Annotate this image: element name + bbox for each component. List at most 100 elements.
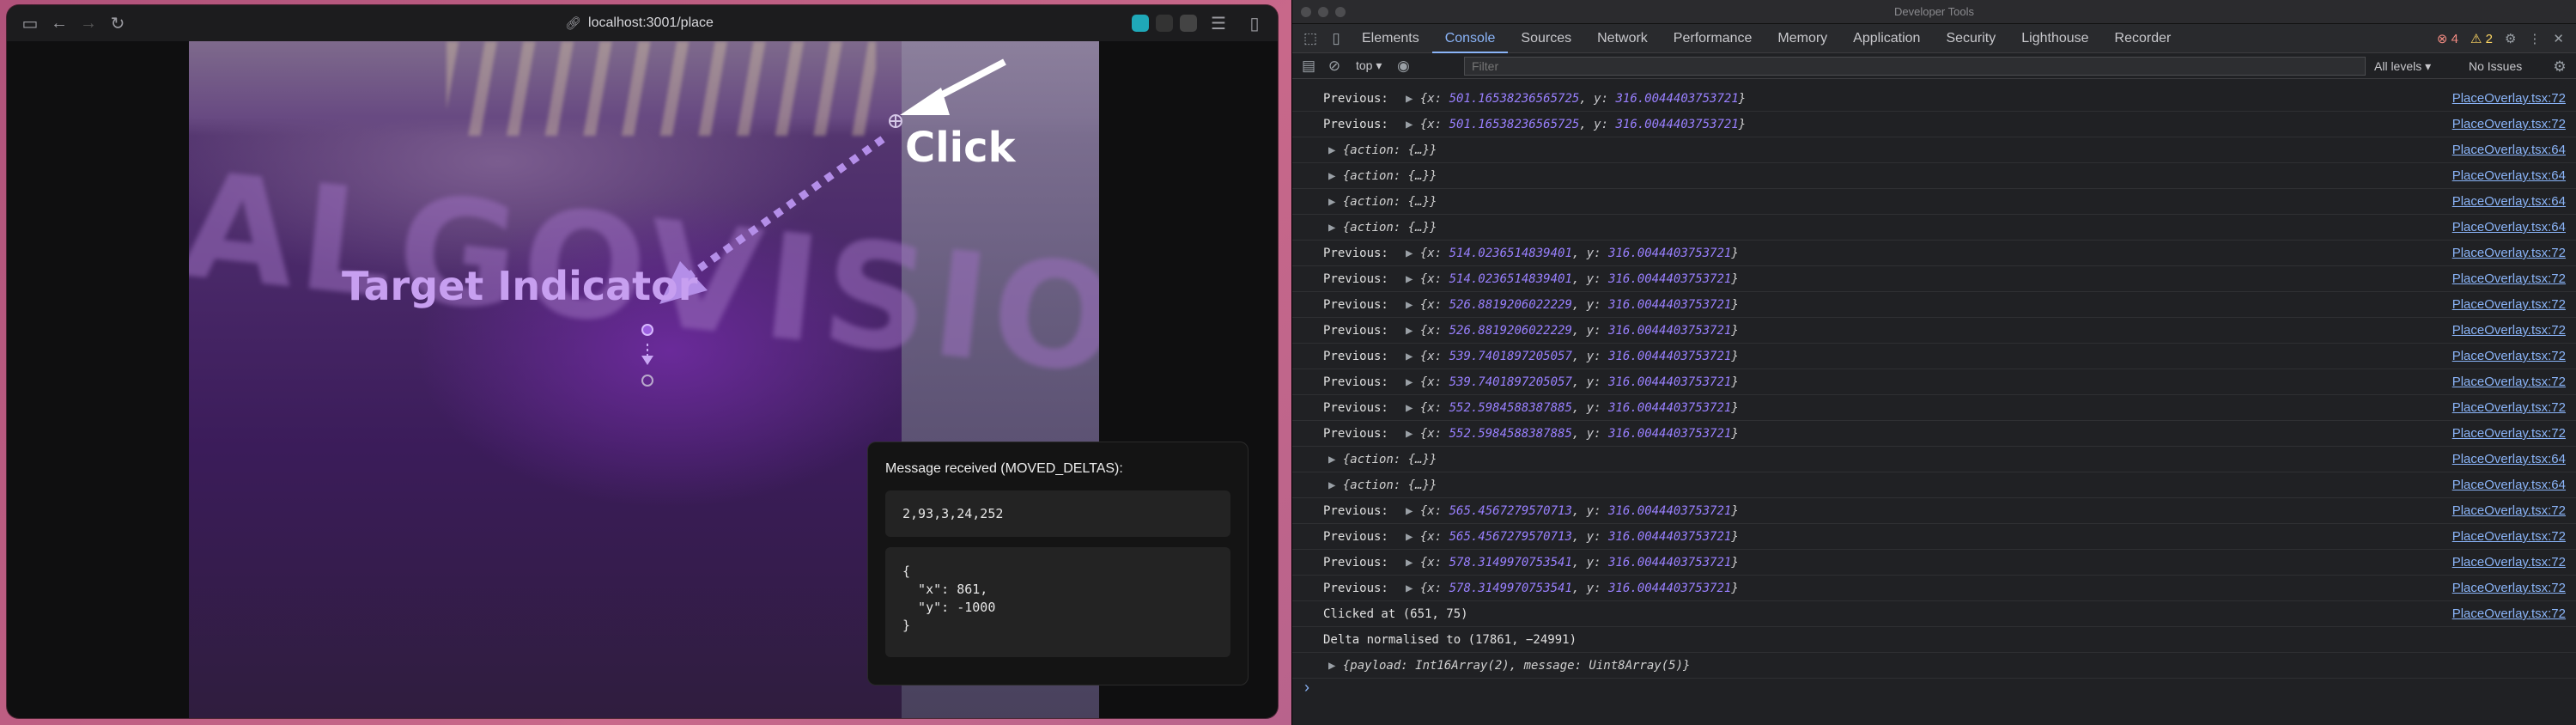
console-object-preview[interactable]: ▶ {x: 578.3149970753541, y: 316.00444037… [1406, 576, 1739, 601]
tab-console[interactable]: Console [1431, 24, 1509, 53]
extension-icon[interactable] [1180, 15, 1197, 32]
settings-icon[interactable]: ⚙ [2505, 31, 2516, 46]
source-link[interactable]: PlaceOverlay.tsx:72 [2452, 524, 2566, 550]
context-select[interactable]: top ▾ [1347, 58, 1390, 73]
error-count-badge[interactable]: ⊗ 4 [2437, 31, 2458, 46]
source-link[interactable]: PlaceOverlay.tsx:72 [2452, 369, 2566, 395]
tab-security[interactable]: Security [1933, 24, 2008, 53]
console-object-preview[interactable]: ▶ {x: 539.7401897205057, y: 316.00444037… [1406, 369, 1739, 395]
source-link[interactable]: PlaceOverlay.tsx:64 [2452, 163, 2566, 189]
tab-elements[interactable]: Elements [1349, 24, 1432, 53]
sidebar-toggle-icon[interactable]: ▭ [15, 13, 45, 34]
source-link[interactable]: PlaceOverlay.tsx:64 [2452, 137, 2566, 163]
clear-console-icon[interactable]: ⊘ [1321, 58, 1347, 75]
issues-link[interactable]: No Issues [2469, 53, 2522, 79]
log-levels-dropdown[interactable]: All levels ▾ [2374, 53, 2431, 79]
reload-icon[interactable]: ↻ [103, 13, 132, 34]
back-icon[interactable]: ← [45, 14, 74, 34]
expand-caret-icon[interactable]: ▶ [1406, 92, 1420, 106]
inspect-element-icon[interactable]: ⬚ [1297, 30, 1323, 47]
extension-icon[interactable] [1132, 15, 1149, 32]
expand-caret-icon[interactable]: ▶ [1406, 504, 1420, 518]
tab-memory[interactable]: Memory [1765, 24, 1840, 53]
source-link[interactable]: PlaceOverlay.tsx:72 [2452, 344, 2566, 369]
console-object-preview[interactable]: ▶ {action: {…}} [1328, 137, 1437, 163]
warning-count-badge[interactable]: ⚠ 2 [2470, 31, 2493, 46]
forward-icon[interactable]: → [74, 14, 103, 34]
console-settings-icon[interactable]: ⚙ [2547, 58, 2573, 76]
source-link[interactable]: PlaceOverlay.tsx:64 [2452, 447, 2566, 472]
live-expression-icon[interactable]: ◉ [1390, 58, 1416, 75]
source-link[interactable]: PlaceOverlay.tsx:72 [2452, 550, 2566, 576]
tab-performance[interactable]: Performance [1661, 24, 1765, 53]
source-link[interactable]: PlaceOverlay.tsx:72 [2452, 241, 2566, 266]
reader-icon[interactable]: ☰ [1204, 13, 1233, 34]
sidebar-toggle-icon[interactable]: ▤ [1296, 58, 1321, 75]
expand-caret-icon[interactable]: ▶ [1406, 272, 1420, 286]
expand-caret-icon[interactable]: ▶ [1406, 427, 1420, 441]
expand-caret-icon[interactable]: ▶ [1406, 582, 1420, 595]
close-window-button[interactable] [1301, 7, 1311, 17]
tab-application[interactable]: Application [1840, 24, 1933, 53]
tab-lighthouse[interactable]: Lighthouse [2008, 24, 2101, 53]
source-link[interactable]: PlaceOverlay.tsx:72 [2452, 86, 2566, 112]
expand-caret-icon[interactable]: ▶ [1406, 375, 1420, 389]
source-link[interactable]: PlaceOverlay.tsx:72 [2452, 292, 2566, 318]
tab-network[interactable]: Network [1584, 24, 1661, 53]
extension-icon[interactable] [1156, 15, 1173, 32]
console-object-preview[interactable]: ▶ {x: 539.7401897205057, y: 316.00444037… [1406, 344, 1739, 369]
console-object-preview[interactable]: ▶ {x: 501.16538236565725, y: 316.0044403… [1406, 112, 1746, 137]
source-link[interactable]: PlaceOverlay.tsx:72 [2452, 601, 2566, 627]
tab-sources[interactable]: Sources [1508, 24, 1584, 53]
source-link[interactable]: PlaceOverlay.tsx:64 [2452, 215, 2566, 241]
console-object-preview[interactable]: ▶ {x: 578.3149970753541, y: 316.00444037… [1406, 550, 1739, 576]
filter-input[interactable] [1464, 57, 2366, 76]
expand-caret-icon[interactable]: ▶ [1406, 118, 1420, 131]
console-prompt[interactable]: › [1304, 679, 1309, 697]
expand-caret-icon[interactable]: ▶ [1328, 659, 1343, 673]
console-object-preview[interactable]: ▶ {x: 565.4567279570713, y: 316.00444037… [1406, 498, 1739, 524]
console-object-preview[interactable]: ▶ {action: {…}} [1328, 163, 1437, 189]
expand-caret-icon[interactable]: ▶ [1328, 195, 1343, 209]
expand-caret-icon[interactable]: ▶ [1406, 350, 1420, 363]
console-object-preview[interactable]: ▶ {action: {…}} [1328, 472, 1437, 498]
source-link[interactable]: PlaceOverlay.tsx:64 [2452, 472, 2566, 498]
zoom-window-button[interactable] [1335, 7, 1346, 17]
sidebar-right-icon[interactable]: ▯ [1240, 13, 1269, 34]
device-toolbar-icon[interactable]: ▯ [1323, 30, 1349, 47]
console-object-preview[interactable]: ▶ {x: 514.0236514839401, y: 316.00444037… [1406, 266, 1739, 292]
console-object-preview[interactable]: ▶ {action: {…}} [1328, 447, 1437, 472]
console-object-preview[interactable]: ▶ {x: 514.0236514839401, y: 316.00444037… [1406, 241, 1739, 266]
expand-caret-icon[interactable]: ▶ [1406, 298, 1420, 312]
source-link[interactable]: PlaceOverlay.tsx:72 [2452, 395, 2566, 421]
console-object-preview[interactable]: ▶ {x: 552.5984588387885, y: 316.00444037… [1406, 421, 1739, 447]
console-object-preview[interactable]: ▶ {x: 552.5984588387885, y: 316.00444037… [1406, 395, 1739, 421]
source-link[interactable]: PlaceOverlay.tsx:72 [2452, 266, 2566, 292]
console-object-preview[interactable]: ▶ {x: 526.8819206022229, y: 316.00444037… [1406, 292, 1739, 318]
console-object-preview[interactable]: ▶ {x: 565.4567279570713, y: 316.00444037… [1406, 524, 1739, 550]
minimize-window-button[interactable] [1318, 7, 1328, 17]
more-options-icon[interactable]: ⋮ [2528, 31, 2541, 46]
expand-caret-icon[interactable]: ▶ [1406, 247, 1420, 260]
console-object-preview[interactable]: ▶ {action: {…}} [1328, 215, 1437, 241]
expand-caret-icon[interactable]: ▶ [1328, 453, 1343, 466]
console-object-preview[interactable]: ▶ {action: {…}} [1328, 189, 1437, 215]
expand-caret-icon[interactable]: ▶ [1406, 556, 1420, 570]
close-icon[interactable]: ✕ [2553, 31, 2564, 46]
expand-caret-icon[interactable]: ▶ [1328, 221, 1343, 235]
expand-caret-icon[interactable]: ▶ [1406, 401, 1420, 415]
source-link[interactable]: PlaceOverlay.tsx:72 [2452, 576, 2566, 601]
console-object-preview[interactable]: ▶ {payload: Int16Array(2), message: Uint… [1328, 653, 1690, 679]
source-link[interactable]: PlaceOverlay.tsx:72 [2452, 421, 2566, 447]
expand-caret-icon[interactable]: ▶ [1328, 478, 1343, 492]
expand-caret-icon[interactable]: ▶ [1406, 530, 1420, 544]
expand-caret-icon[interactable]: ▶ [1328, 143, 1343, 157]
tab-recorder[interactable]: Recorder [2102, 24, 2184, 53]
console-object-preview[interactable]: ▶ {x: 501.16538236565725, y: 316.0044403… [1406, 86, 1746, 112]
address-bar[interactable]: 🔗︎ localhost:3001/place [565, 5, 714, 41]
source-link[interactable]: PlaceOverlay.tsx:72 [2452, 318, 2566, 344]
source-link[interactable]: PlaceOverlay.tsx:72 [2452, 498, 2566, 524]
console-object-preview[interactable]: ▶ {x: 526.8819206022229, y: 316.00444037… [1406, 318, 1739, 344]
expand-caret-icon[interactable]: ▶ [1328, 169, 1343, 183]
expand-caret-icon[interactable]: ▶ [1406, 324, 1420, 338]
